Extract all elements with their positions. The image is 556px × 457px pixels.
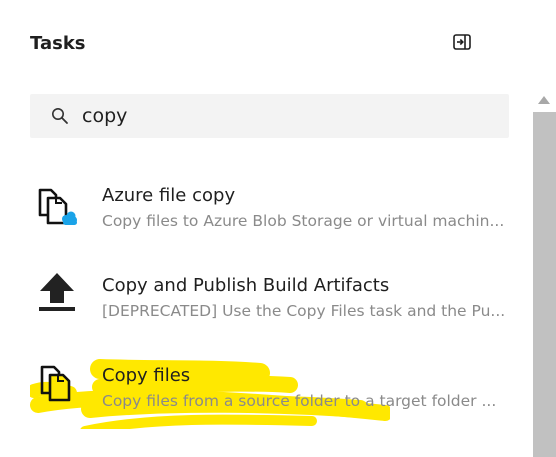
panel-collapse-icon <box>453 34 471 50</box>
scrollbar[interactable] <box>533 92 556 457</box>
task-name: Copy files <box>102 365 191 386</box>
upload-arrow-icon <box>34 269 80 315</box>
tasks-panel: Tasks copy Azure file copy Copy files to… <box>0 0 556 457</box>
panel-title: Tasks <box>30 33 86 54</box>
task-item-copy-publish-artifacts[interactable]: Copy and Publish Build Artifacts [DEPREC… <box>0 245 530 335</box>
search-box[interactable] <box>30 94 509 138</box>
task-item-copy-files[interactable]: Copy files Copy files from a source fold… <box>0 335 530 429</box>
panel-collapse-button[interactable] <box>452 33 472 51</box>
azure-file-copy-icon <box>34 183 80 229</box>
scroll-thumb[interactable] <box>533 112 556 457</box>
search-icon <box>50 106 70 126</box>
scroll-up-arrow-icon[interactable] <box>538 96 550 104</box>
search-input[interactable] <box>82 105 482 127</box>
task-description: Copy files to Azure Blob Storage or virt… <box>102 212 505 230</box>
task-item-azure-file-copy[interactable]: Azure file copy Copy files to Azure Blob… <box>0 155 530 245</box>
task-description: [DEPRECATED] Use the Copy Files task and… <box>102 302 506 320</box>
task-item-partial[interactable] <box>36 450 76 457</box>
task-name: Copy and Publish Build Artifacts <box>102 275 390 296</box>
task-description: Copy files from a source folder to a tar… <box>102 392 497 410</box>
copy-files-icon <box>34 361 80 407</box>
task-name: Azure file copy <box>102 185 236 206</box>
task-list: Azure file copy Copy files to Azure Blob… <box>0 155 530 457</box>
